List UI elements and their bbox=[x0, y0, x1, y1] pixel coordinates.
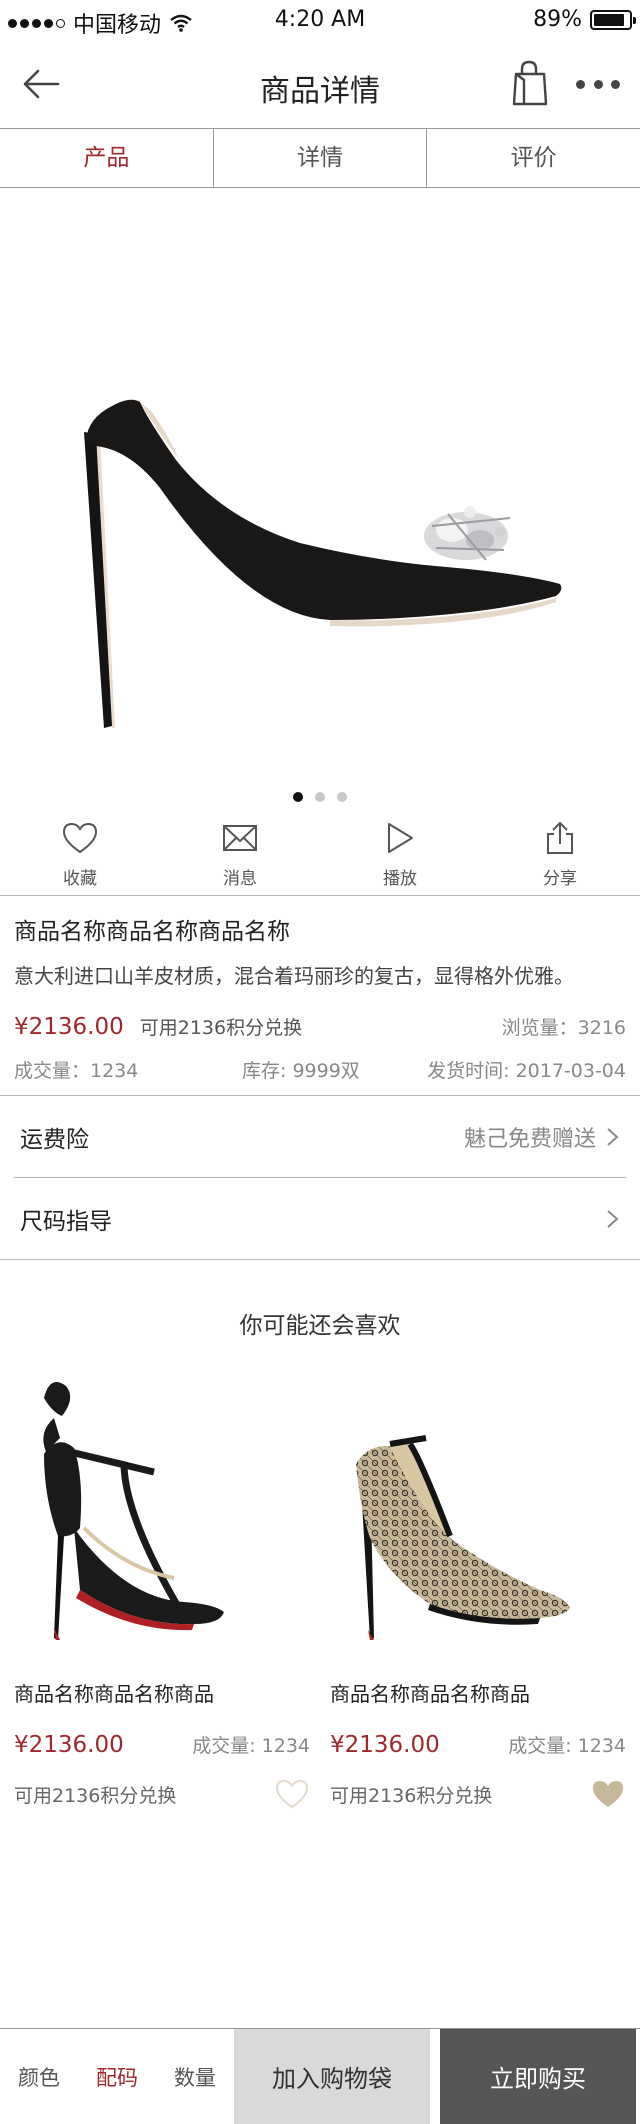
favorite-label: 收藏 bbox=[63, 869, 97, 889]
product-image-black-pump bbox=[84, 399, 562, 728]
recommend-price-row: ¥2136.00 成交量: 1234 bbox=[14, 1731, 310, 1758]
product-image-carousel[interactable] bbox=[0, 188, 640, 808]
recommend-grid: 商品名称商品名称商品 ¥2136.00 成交量: 1234 可用2136积分兑换 bbox=[0, 1368, 640, 1810]
price-row: ¥2136.00 可用2136积分兑换 浏览量：3216 bbox=[14, 1013, 626, 1040]
bottom-bar: 颜色 配码 数量 加入购物袋 立即购买 bbox=[0, 2028, 640, 2124]
nav-bar: 商品详情 bbox=[0, 40, 640, 128]
product-image-tstrap-sandal bbox=[43, 1382, 224, 1640]
size-guide-row[interactable]: 尺码指导 bbox=[0, 1178, 640, 1260]
recommend-points: 可用2136积分兑换 bbox=[330, 1784, 493, 1807]
stock-count: 库存: 9999双 bbox=[242, 1060, 360, 1082]
recommend-card[interactable]: 商品名称商品名称商品 ¥2136.00 成交量: 1234 可用2136积分兑换 bbox=[330, 1368, 626, 1810]
option-color[interactable]: 颜色 bbox=[0, 2029, 78, 2124]
favorite-button[interactable]: 收藏 bbox=[0, 818, 160, 895]
option-size[interactable]: 配码 bbox=[78, 2029, 156, 2124]
buy-now-button[interactable]: 立即购买 bbox=[440, 2029, 636, 2124]
recommend-image-1[interactable] bbox=[14, 1368, 310, 1668]
heart-outline-icon[interactable] bbox=[274, 1778, 310, 1810]
heart-icon bbox=[62, 822, 98, 854]
meta-row: 成交量：1234 库存: 9999双 发货时间: 2017-03-04 bbox=[14, 1056, 626, 1083]
share-label: 分享 bbox=[543, 869, 577, 889]
carousel-dot[interactable] bbox=[293, 792, 303, 802]
option-quantity[interactable]: 数量 bbox=[156, 2029, 234, 2124]
message-label: 消息 bbox=[223, 869, 257, 889]
recommend-name: 商品名称商品名称商品 bbox=[14, 1682, 214, 1706]
ship-time: 发货时间: 2017-03-04 bbox=[427, 1060, 626, 1082]
recommend-sales: 成交量: 1234 bbox=[508, 1735, 626, 1757]
sales-count: 成交量：1234 bbox=[14, 1060, 139, 1082]
product-description: 意大利进口山羊皮材质，混合着玛丽珍的复古，显得格外优雅。 bbox=[14, 964, 574, 988]
battery-percent: 89% bbox=[533, 7, 582, 32]
recommend-points-row: 可用2136积分兑换 bbox=[330, 1778, 626, 1810]
recommend-card[interactable]: 商品名称商品名称商品 ¥2136.00 成交量: 1234 可用2136积分兑换 bbox=[14, 1368, 310, 1810]
recommend-points-row: 可用2136积分兑换 bbox=[14, 1778, 310, 1810]
shopping-bag-icon[interactable] bbox=[508, 58, 552, 108]
add-to-cart-button[interactable]: 加入购物袋 bbox=[234, 2029, 430, 2124]
chevron-right-icon bbox=[607, 1127, 619, 1146]
shipping-insurance-label: 运费险 bbox=[20, 1126, 89, 1153]
mail-icon bbox=[223, 825, 257, 851]
product-info: 商品名称商品名称商品名称 意大利进口山羊皮材质，混合着玛丽珍的复古，显得格外优雅… bbox=[0, 896, 640, 1096]
share-icon bbox=[547, 822, 573, 854]
status-bar: 中国移动 4:20 AM 89% bbox=[0, 0, 640, 40]
chevron-right-icon bbox=[607, 1209, 619, 1228]
product-price: ¥2136.00 bbox=[14, 1014, 124, 1040]
tab-details[interactable]: 详情 bbox=[214, 129, 428, 187]
play-icon bbox=[388, 823, 413, 853]
more-dots-icon[interactable] bbox=[576, 74, 620, 94]
carousel-dot[interactable] bbox=[315, 792, 325, 802]
play-label: 播放 bbox=[383, 869, 417, 889]
recommend-title: 你可能还会喜欢 bbox=[239, 1313, 401, 1339]
recommend-sales: 成交量: 1234 bbox=[192, 1735, 310, 1757]
play-button[interactable]: 播放 bbox=[320, 818, 480, 895]
shipping-insurance-value: 魅己免费赠送 bbox=[463, 1126, 596, 1152]
recommend-points: 可用2136积分兑换 bbox=[14, 1784, 177, 1807]
product-image-lace-pump bbox=[356, 1435, 570, 1640]
product-name: 商品名称商品名称商品名称 bbox=[14, 919, 290, 945]
tab-reviews[interactable]: 评价 bbox=[427, 129, 640, 187]
tab-product[interactable]: 产品 bbox=[0, 129, 214, 187]
shipping-insurance-row[interactable]: 运费险 魅己免费赠送 bbox=[14, 1096, 626, 1178]
recommend-image-2[interactable] bbox=[330, 1368, 626, 1668]
view-count: 浏览量：3216 bbox=[501, 1017, 626, 1039]
share-button[interactable]: 分享 bbox=[480, 818, 640, 895]
points-exchange: 可用2136积分兑换 bbox=[139, 1017, 303, 1039]
battery-icon bbox=[590, 9, 636, 30]
recommend-price: ¥2136.00 bbox=[14, 1732, 124, 1758]
recommend-price-row: ¥2136.00 成交量: 1234 bbox=[330, 1731, 626, 1758]
message-button[interactable]: 消息 bbox=[160, 818, 320, 895]
carousel-dot[interactable] bbox=[337, 792, 347, 802]
carousel-indicators bbox=[0, 792, 640, 802]
recommend-name: 商品名称商品名称商品 bbox=[330, 1682, 530, 1706]
action-row: 收藏 消息 播放 分享 bbox=[0, 818, 640, 896]
heart-filled-icon[interactable] bbox=[590, 1778, 626, 1810]
recommend-price: ¥2136.00 bbox=[330, 1732, 440, 1758]
size-guide-label: 尺码指导 bbox=[20, 1208, 112, 1235]
status-right: 89% bbox=[533, 7, 636, 32]
tab-bar: 产品 详情 评价 bbox=[0, 128, 640, 188]
